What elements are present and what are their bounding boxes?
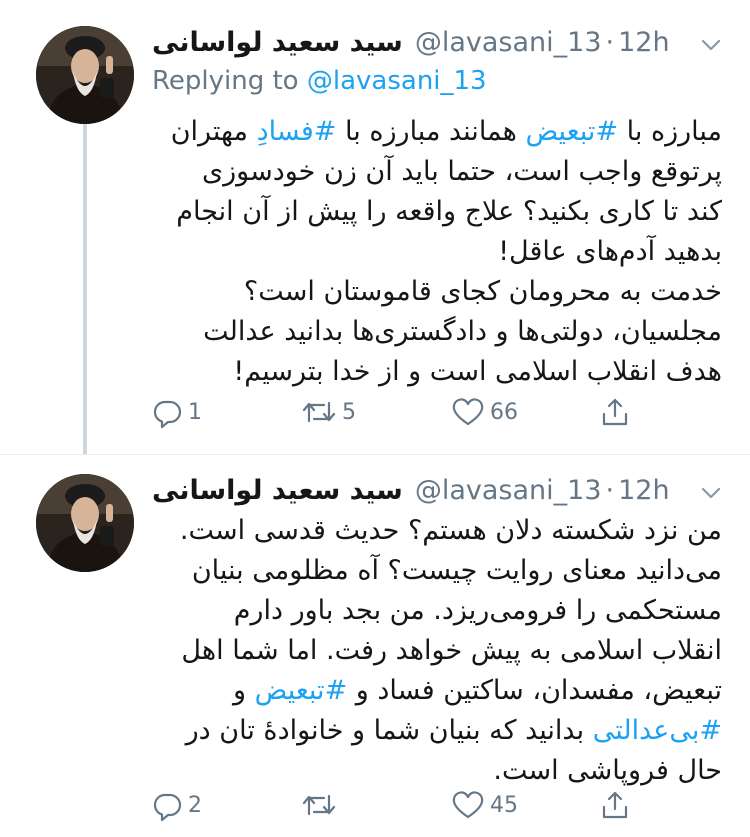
hashtag-link[interactable]: #تبعیض [525, 116, 618, 147]
tweet-header: سید سعید لواسانی @lavasani_13 · 12h [152, 22, 700, 62]
reply-button[interactable]: 1 [150, 392, 202, 432]
reply-count: 2 [188, 792, 202, 818]
tweet-text-line: کند تا کاری بکنید؟ علاج واقعه را پیش از … [176, 196, 722, 227]
replying-to-label: Replying to [152, 66, 307, 96]
tweet-text-line: #بی‌عدالتی بدانید که بنیان شما و خانواده… [150, 711, 722, 751]
retweet-count: 5 [342, 399, 356, 425]
tweet-actions: 2 45 [150, 785, 650, 825]
tweet-text-line: تبعیض، مفسدان، ساکتین فساد و #تبعیض و [150, 671, 722, 711]
tweet-text-line: مجلسیان، دولتی‌ها و دادگستری‌ها بدانید ع… [203, 316, 722, 347]
separator-dot: · [605, 474, 615, 506]
share-button[interactable] [598, 392, 632, 432]
hashtag-link[interactable]: #فسادِ [257, 116, 337, 147]
text-segment: مهتران [170, 116, 257, 147]
text-segment: تبعیض، مفسدان، ساکتین فساد و [347, 675, 722, 706]
tweet-text-line: من نزد شکسته دلان هستم؟ حدیث قدسی است. [179, 515, 722, 546]
timestamp[interactable]: 12h [618, 475, 669, 506]
reply-icon [153, 400, 182, 429]
replying-to: Replying to @lavasani_13 [152, 66, 487, 96]
display-name[interactable]: سید سعید لواسانی [152, 475, 403, 506]
like-icon [452, 791, 484, 819]
username[interactable]: @lavasani_13 [415, 475, 602, 506]
profile-photo [36, 474, 134, 572]
reply-count: 1 [188, 399, 202, 425]
retweet-icon [302, 401, 336, 423]
like-button[interactable]: 45 [450, 785, 518, 825]
username[interactable]: @lavasani_13 [415, 27, 602, 58]
tweet-text-line: بدهید آدم‌های عاقل! [498, 236, 722, 267]
share-icon [602, 398, 628, 426]
avatar[interactable] [36, 26, 134, 124]
tweet-text: مبارزه با #تبعیض همانند مبارزه با #فسادِ… [150, 112, 722, 392]
like-icon [452, 398, 484, 426]
tweet-text-line: هدف انقلاب اسلامی است و از خدا بترسیم! [233, 356, 722, 387]
tweet-header: سید سعید لواسانی @lavasani_13 · 12h [152, 470, 700, 510]
thread-line [83, 120, 87, 454]
tweet-text-line: مستحکمی را فرومی‌ریزد. من بجد باور دارم [233, 595, 722, 626]
reply-button[interactable]: 2 [150, 785, 202, 825]
tweet-text-line: مبارزه با #تبعیض همانند مبارزه با #فسادِ… [150, 112, 722, 152]
share-icon [602, 791, 628, 819]
retweet-icon [302, 794, 336, 816]
tweet-text-line: انقلاب اسلامی به پیش خواهد رفت. اما شما … [181, 635, 722, 666]
chevron-down-icon[interactable] [696, 30, 726, 60]
text-segment: و [233, 675, 255, 706]
hashtag-link[interactable]: #تبعیض [255, 675, 348, 706]
tweet-text-line: خدمت به محرومان کجای قاموستان است؟ [243, 276, 722, 307]
like-button[interactable]: 66 [450, 392, 518, 432]
chevron-down-icon[interactable] [696, 478, 726, 508]
tweet-text: من نزد شکسته دلان هستم؟ حدیث قدسی است. م… [150, 511, 722, 791]
tweet-1[interactable]: سید سعید لواسانی @lavasani_13 · 12h Repl… [0, 0, 750, 454]
tweet-actions: 1 5 66 [150, 392, 650, 432]
tweet-text-line: پرتوقع واجب است، حتما باید آن زن خودسوزی [201, 156, 722, 187]
avatar[interactable] [36, 474, 134, 572]
reply-icon [153, 793, 182, 822]
profile-photo [36, 26, 134, 124]
retweet-button[interactable] [300, 785, 342, 825]
separator-dot: · [605, 26, 615, 58]
share-button[interactable] [598, 785, 632, 825]
tweet-text-line: می‌دانید معنای روایت چیست؟ آه مظلومی بنی… [191, 555, 722, 586]
text-segment: مبارزه با [618, 116, 722, 147]
like-count: 66 [490, 399, 518, 425]
text-segment: بدانید که بنیان شما و خانوادهٔ تان در [185, 715, 593, 746]
retweet-button[interactable]: 5 [300, 392, 356, 432]
display-name[interactable]: سید سعید لواسانی [152, 27, 403, 58]
timestamp[interactable]: 12h [618, 27, 669, 58]
replying-to-handle[interactable]: @lavasani_13 [307, 66, 487, 96]
like-count: 45 [490, 792, 518, 818]
hashtag-link[interactable]: #بی‌عدالتی [593, 715, 722, 746]
text-segment: همانند مبارزه با [336, 116, 526, 147]
tweet-2[interactable]: سید سعید لواسانی @lavasani_13 · 12h من ن… [0, 454, 750, 837]
